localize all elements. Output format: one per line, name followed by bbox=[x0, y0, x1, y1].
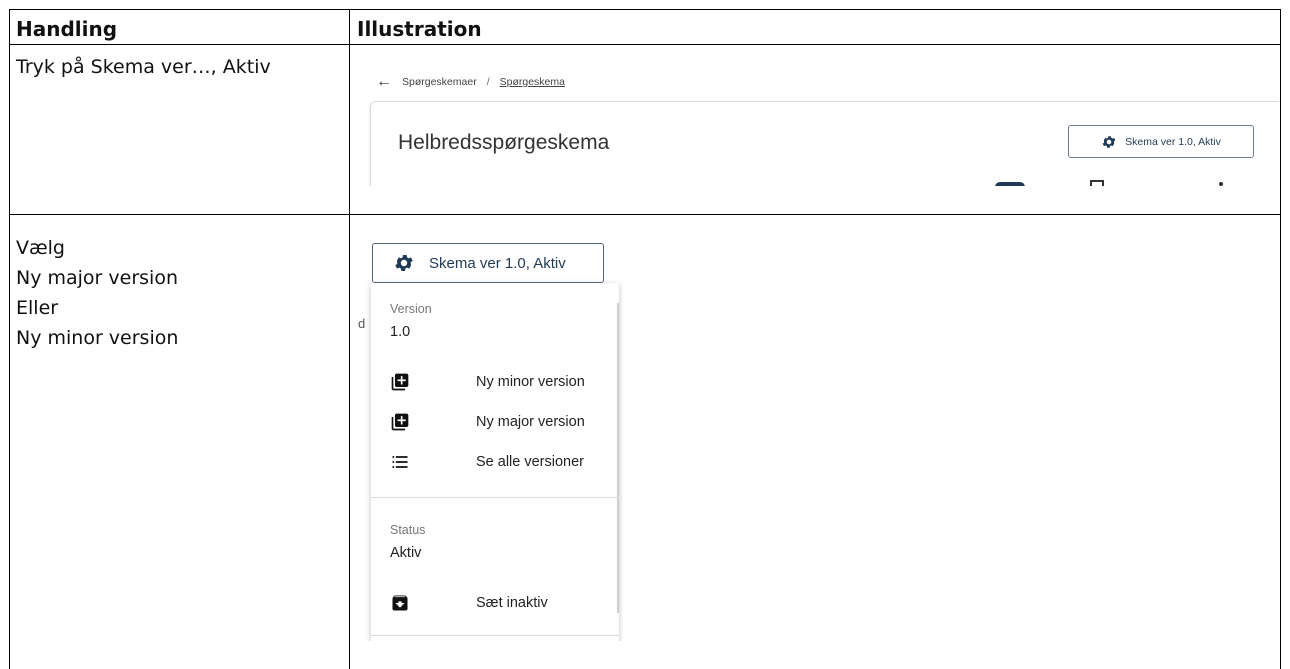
breadcrumb: ← Spørgeskemaer / Spørgeskema bbox=[376, 74, 565, 90]
gear-icon bbox=[395, 255, 413, 271]
menu-divider bbox=[371, 497, 619, 498]
menu-item-label: Ny minor version bbox=[476, 374, 585, 390]
version-value: 1.0 bbox=[390, 324, 411, 340]
schema-version-label: Skema ver 1.0, Aktiv bbox=[429, 254, 566, 272]
add-box-icon bbox=[390, 372, 410, 392]
table-border-middle bbox=[349, 9, 350, 669]
row2-handling-line1: Vælg bbox=[16, 237, 65, 259]
archive-icon bbox=[390, 593, 410, 613]
header-handling: Handling bbox=[16, 17, 118, 41]
version-dropdown-menu: Version 1.0 Ny minor version Ny major ve… bbox=[371, 283, 619, 641]
illustration-screenshot-1: ← Spørgeskemaer / Spørgeskema Helbredssp… bbox=[358, 62, 1279, 186]
schema-version-button[interactable]: Skema ver 1.0, Aktiv bbox=[1068, 125, 1254, 158]
status-label: Status bbox=[390, 523, 426, 537]
arrow-left-icon[interactable]: ← bbox=[376, 74, 392, 90]
row2-handling-line4: Ny minor version bbox=[16, 327, 179, 349]
illustration-screenshot-2: d Skema ver 1.0, Aktiv Version 1.0 Ny mi… bbox=[358, 221, 623, 641]
form-card: Helbredsspørgeskema Skema ver 1.0, Aktiv bbox=[370, 101, 1279, 186]
row2-handling-line3: Eller bbox=[16, 297, 59, 319]
menu-item-new-major-version[interactable]: Ny major version bbox=[390, 407, 605, 437]
menu-item-new-minor-version[interactable]: Ny minor version bbox=[390, 367, 605, 397]
breadcrumb-parent[interactable]: Spørgeskemaer bbox=[402, 76, 477, 88]
menu-item-label: Ny major version bbox=[476, 414, 585, 430]
gear-icon bbox=[1102, 135, 1116, 148]
menu-divider bbox=[371, 635, 619, 636]
table-border-left bbox=[9, 9, 10, 669]
menu-item-label: Sæt inaktiv bbox=[476, 595, 548, 611]
add-box-icon bbox=[390, 412, 410, 432]
schema-version-button[interactable]: Skema ver 1.0, Aktiv bbox=[372, 243, 604, 283]
menu-item-set-inactive[interactable]: Sæt inaktiv bbox=[390, 588, 605, 618]
version-label: Version bbox=[390, 302, 432, 316]
status-value: Aktiv bbox=[390, 545, 422, 561]
background-text-fragment: d bbox=[358, 316, 366, 331]
schema-version-label: Skema ver 1.0, Aktiv bbox=[1125, 135, 1221, 148]
clipped-controls-row bbox=[995, 180, 1223, 186]
table-border-top bbox=[9, 9, 1281, 10]
menu-item-label: Se alle versioner bbox=[476, 454, 584, 470]
table-border-header bbox=[9, 44, 1281, 45]
breadcrumb-current[interactable]: Spørgeskema bbox=[500, 76, 565, 88]
menu-item-see-all-versions[interactable]: Se alle versioner bbox=[390, 447, 605, 477]
form-title: Helbredsspørgeskema bbox=[398, 131, 610, 154]
header-illustration: Illustration bbox=[357, 17, 482, 41]
row1-handling-text: Tryk på Skema ver…, Aktiv bbox=[16, 56, 271, 78]
table-border-right bbox=[1280, 9, 1281, 669]
list-icon bbox=[390, 452, 410, 472]
menu-scroll-edge bbox=[617, 303, 619, 613]
row2-handling-line2: Ny major version bbox=[16, 267, 178, 289]
breadcrumb-separator: / bbox=[486, 76, 490, 88]
table-border-row1 bbox=[9, 214, 1281, 215]
